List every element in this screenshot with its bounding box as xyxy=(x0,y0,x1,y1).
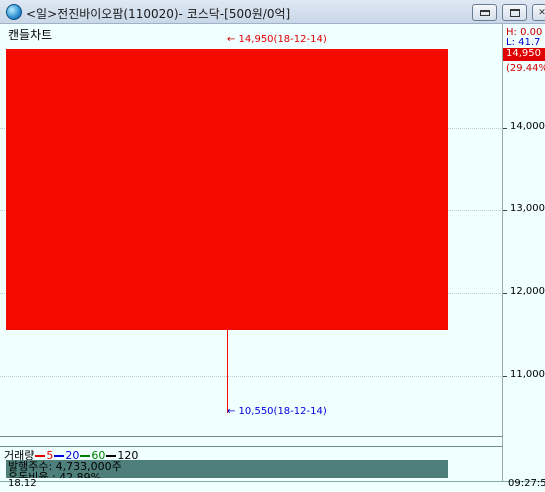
y-tick-mark xyxy=(503,293,507,294)
minimize-icon xyxy=(479,9,490,16)
maximize-button[interactable] xyxy=(502,4,527,21)
float-ratio: 유동비율 : 42.89% xyxy=(8,471,102,478)
low-value-label: L: 41.7 xyxy=(506,37,541,48)
y-tick-mark xyxy=(503,210,507,211)
candle-body[interactable] xyxy=(6,48,448,331)
y-tick-mark xyxy=(503,128,507,129)
ma-line-swatch xyxy=(54,455,65,457)
candle-wick xyxy=(227,330,228,414)
change-percent-label: (29.44% xyxy=(506,63,545,74)
app-globe-icon xyxy=(6,4,22,20)
window-title: <일>전진바이오팜(110020)- 코스닥-[500원/0억] xyxy=(26,7,291,21)
current-price-badge: 14,950 xyxy=(503,48,545,61)
high-price-annotation: ← 14,950(18-12-14) xyxy=(227,33,327,45)
low-price-annotation: ← 10,550(18-12-14) xyxy=(227,406,327,418)
y-tick-label: 11,000 xyxy=(510,369,545,380)
status-bar xyxy=(0,481,545,492)
y-tick-label: 13,000 xyxy=(510,203,545,214)
chart-type-label: 캔들차트 xyxy=(8,28,53,42)
status-date: 18.12 xyxy=(8,478,37,489)
ma-line-swatch xyxy=(35,455,46,457)
ma-line-swatch xyxy=(80,455,91,457)
y-tick-mark xyxy=(503,376,507,377)
status-time: 09:27:5 xyxy=(508,478,545,489)
y-tick-label: 14,000 xyxy=(510,121,545,132)
stock-info-box: 발행주수: 4,733,000주 유동비율 : 42.89% xyxy=(6,460,448,478)
close-icon: ✕ xyxy=(538,7,545,18)
minimize-button[interactable] xyxy=(472,4,497,21)
close-button[interactable]: ✕ xyxy=(532,4,545,21)
price-axis[interactable] xyxy=(503,24,545,482)
ma-line-swatch xyxy=(106,455,117,457)
maximize-icon xyxy=(509,8,520,17)
title-bar: <일>전진바이오팜(110020)- 코스닥-[500원/0억] ✕ xyxy=(0,0,545,24)
y-tick-label: 12,000 xyxy=(510,286,545,297)
chart-separator xyxy=(0,436,503,437)
grid-line xyxy=(0,376,503,377)
